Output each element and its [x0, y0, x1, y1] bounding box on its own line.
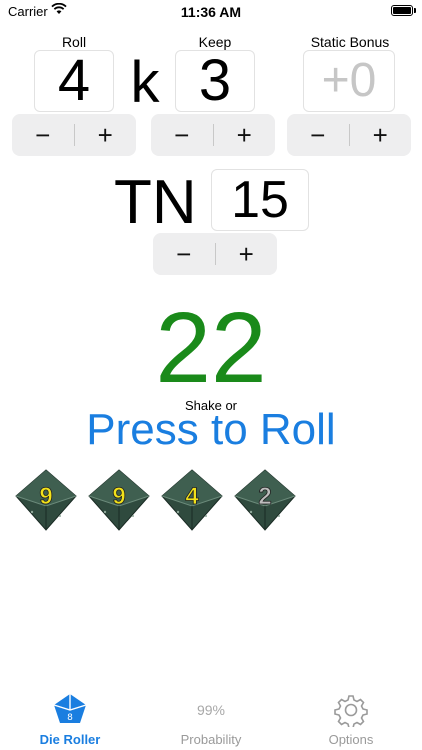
dice-row: 9 9 4 2 [12, 460, 312, 540]
static-bonus-label: Static Bonus [310, 34, 390, 50]
tab-label: Probability [180, 732, 242, 747]
tn-increment-button[interactable]: + [216, 233, 278, 275]
roll-decrement-button[interactable]: − [12, 114, 74, 156]
status-time: 11:36 AM [180, 4, 242, 20]
tn-decrement-button[interactable]: − [153, 233, 215, 275]
press-to-roll-button[interactable]: Press to Roll [60, 408, 362, 452]
die-3: 4 [161, 469, 223, 531]
tab-bar: 8 Die Roller 99% Probability Options [0, 690, 422, 750]
tn-stepper: − + [153, 233, 277, 275]
die-value: 9 [39, 483, 52, 510]
roll-value: 4 [34, 50, 114, 112]
tab-die-roller[interactable]: 8 Die Roller [15, 690, 125, 748]
tab-options[interactable]: Options [296, 690, 406, 748]
tab-label: Options [328, 732, 374, 747]
status-bar: Carrier 11:36 AM [0, 0, 422, 24]
tab-label: Die Roller [39, 732, 101, 747]
roll-increment-button[interactable]: + [75, 114, 137, 156]
keep-value: 3 [175, 50, 255, 112]
die-value: 9 [112, 483, 125, 510]
bonus-stepper: − + [287, 114, 411, 156]
keep-stepper: − + [151, 114, 275, 156]
keep-decrement-button[interactable]: − [151, 114, 213, 156]
tn-value: 15 [211, 169, 309, 231]
probability-badge: 99% [196, 702, 226, 718]
roll-result: 22 [155, 292, 267, 404]
keep-increment-button[interactable]: + [214, 114, 276, 156]
die-icon: 8 [53, 694, 87, 723]
bonus-increment-button[interactable]: + [350, 114, 412, 156]
battery-icon [391, 5, 413, 16]
svg-text:8: 8 [67, 713, 73, 723]
roll-stepper: − + [12, 114, 136, 156]
keep-separator: k [130, 50, 160, 115]
tab-probability[interactable]: 99% Probability [156, 690, 266, 748]
die-4: 2 [234, 469, 296, 531]
battery-cap [414, 8, 416, 13]
tn-label: TN [114, 168, 197, 237]
bonus-decrement-button[interactable]: − [287, 114, 349, 156]
die-2: 9 [88, 469, 150, 531]
die-value: 4 [185, 483, 199, 510]
gear-icon [334, 695, 368, 727]
static-bonus-value: +0 [303, 50, 395, 112]
die-value: 2 [258, 483, 271, 510]
die-1: 9 [15, 469, 77, 531]
